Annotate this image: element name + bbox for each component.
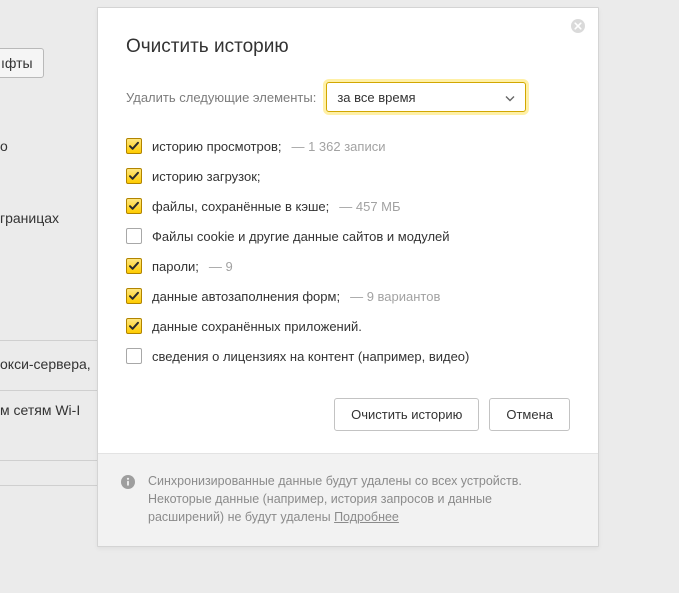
time-range-value: за все время bbox=[337, 90, 415, 105]
option-label: пароли; bbox=[152, 259, 199, 274]
clear-history-button[interactable]: Очистить историю bbox=[334, 398, 479, 431]
option-meta: — 9 вариантов bbox=[350, 289, 440, 304]
option-row: историю загрузок; bbox=[126, 168, 570, 184]
footer-text: Синхронизированные данные будут удалены … bbox=[148, 472, 570, 526]
cancel-button[interactable]: Отмена bbox=[489, 398, 570, 431]
bg-separator-4 bbox=[0, 485, 100, 486]
bg-text-1: о bbox=[0, 138, 8, 154]
bg-separator-1 bbox=[0, 340, 100, 341]
option-label: файлы, сохранённые в кэше; bbox=[152, 199, 329, 214]
close-button[interactable] bbox=[570, 18, 586, 34]
checkbox[interactable] bbox=[126, 228, 142, 244]
time-range-select[interactable]: за все время bbox=[326, 82, 526, 112]
checkbox[interactable] bbox=[126, 288, 142, 304]
option-row: Файлы cookie и другие данные сайтов и мо… bbox=[126, 228, 570, 244]
check-icon bbox=[128, 170, 140, 182]
option-label: Файлы cookie и другие данные сайтов и мо… bbox=[152, 229, 450, 244]
option-meta: — 9 bbox=[209, 259, 233, 274]
bg-separator-3 bbox=[0, 460, 100, 461]
checkbox[interactable] bbox=[126, 198, 142, 214]
checkbox[interactable] bbox=[126, 138, 142, 154]
check-icon bbox=[128, 290, 140, 302]
checkbox[interactable] bbox=[126, 318, 142, 334]
checkbox[interactable] bbox=[126, 348, 142, 364]
bg-text-4: м сетям Wi-І bbox=[0, 402, 80, 418]
option-label: сведения о лицензиях на контент (наприме… bbox=[152, 349, 469, 364]
checkbox[interactable] bbox=[126, 258, 142, 274]
bg-text-2: границах bbox=[0, 210, 59, 226]
option-row: сведения о лицензиях на контент (наприме… bbox=[126, 348, 570, 364]
option-label: данные автозаполнения форм; bbox=[152, 289, 340, 304]
clear-history-dialog: Очистить историю Удалить следующие элеме… bbox=[97, 7, 599, 547]
info-icon bbox=[120, 474, 136, 493]
option-row: данные сохранённых приложений. bbox=[126, 318, 570, 334]
option-row: файлы, сохранённые в кэше; — 457 МБ bbox=[126, 198, 570, 214]
checkbox[interactable] bbox=[126, 168, 142, 184]
bg-chip-fonts[interactable]: ıфты bbox=[0, 48, 44, 78]
option-meta: — 1 362 записи bbox=[291, 139, 385, 154]
dialog-title: Очистить историю bbox=[126, 36, 570, 58]
bg-separator-2 bbox=[0, 390, 100, 391]
time-range-label: Удалить следующие элементы: bbox=[126, 90, 316, 105]
option-label: историю загрузок; bbox=[152, 169, 261, 184]
option-row: данные автозаполнения форм; — 9 варианто… bbox=[126, 288, 570, 304]
option-row: историю просмотров; — 1 362 записи bbox=[126, 138, 570, 154]
check-icon bbox=[128, 320, 140, 332]
footer-more-link[interactable]: Подробнее bbox=[334, 510, 399, 524]
chevron-down-icon bbox=[505, 90, 515, 105]
bg-text-3: окси-сервера, bbox=[0, 356, 91, 372]
check-icon bbox=[128, 260, 140, 272]
check-icon bbox=[128, 140, 140, 152]
check-icon bbox=[128, 200, 140, 212]
option-label: данные сохранённых приложений. bbox=[152, 319, 362, 334]
option-label: историю просмотров; bbox=[152, 139, 281, 154]
options-list: историю просмотров; — 1 362 записиистори… bbox=[126, 138, 570, 364]
option-meta: — 457 МБ bbox=[339, 199, 400, 214]
option-row: пароли; — 9 bbox=[126, 258, 570, 274]
close-icon bbox=[570, 18, 586, 34]
